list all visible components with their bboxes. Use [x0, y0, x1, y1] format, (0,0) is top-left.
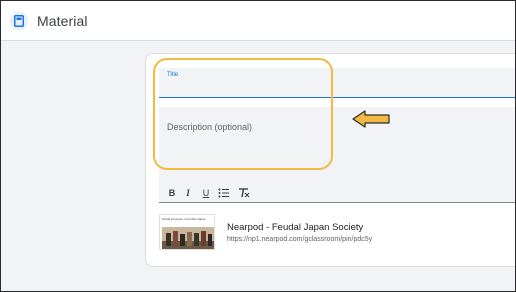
italic-icon[interactable]: I [181, 186, 195, 200]
app-window: Material Title Description (optional) B … [0, 0, 516, 292]
thumbnail-caption: Social Structure of Feudal Japan [162, 217, 206, 221]
top-bar: Material [1, 1, 515, 41]
thumbnail-image [162, 227, 214, 249]
attachment-title[interactable]: Nearpod - Feudal Japan Society [227, 222, 363, 233]
highlight-box [153, 58, 333, 170]
formatting-toolbar: B I U [159, 184, 515, 204]
material-doc-icon [10, 12, 28, 30]
attachment-card[interactable]: Social Structure of Feudal Japan Nearpod… [159, 214, 515, 252]
bulleted-list-icon[interactable] [217, 186, 231, 200]
bold-icon[interactable]: B [165, 186, 179, 200]
left-arrow-icon [352, 110, 390, 128]
attachment-url[interactable]: https://np1.nearpod.com/gclassroom/pin/p… [227, 236, 372, 243]
underline-icon[interactable]: U [199, 186, 213, 200]
page-title: Material [37, 13, 88, 29]
clear-formatting-icon[interactable] [237, 186, 251, 200]
attachment-thumbnail: Social Structure of Feudal Japan [159, 214, 215, 250]
